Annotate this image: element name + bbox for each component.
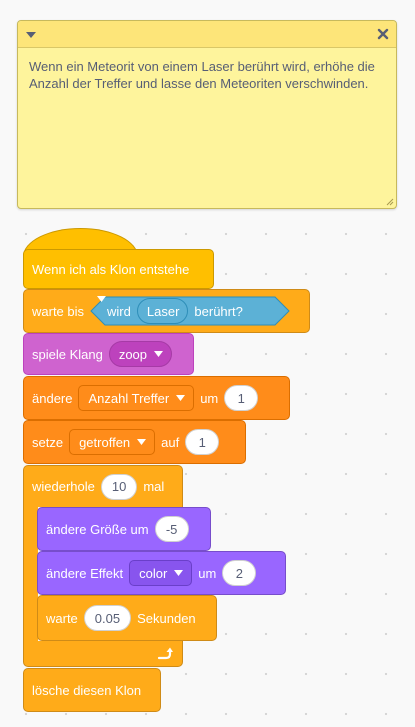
repeat-times-label: mal [143,479,165,494]
effect-dropdown[interactable]: color [129,560,193,586]
repeat-block-arm [23,506,38,642]
close-icon[interactable] [376,27,390,41]
touching-target-dropdown[interactable]: Laser [97,296,189,324]
change-effect-label: ändere Effekt [46,565,124,581]
comment-note[interactable]: Wenn ein Meteorit von einem Laser berühr… [17,20,397,209]
resize-handle-icon[interactable] [385,197,394,206]
set-var-value-input[interactable]: 1 [185,429,220,455]
hat-label: Wenn ich als Klon entstehe [32,261,190,277]
set-var-to-label: auf [161,434,180,450]
change-effect-block[interactable]: ändere Effekt color um 2 [37,551,286,595]
chevron-down-icon [137,439,147,445]
when-i-start-as-clone-block[interactable]: Wenn ich als Klon entstehe [23,249,214,289]
effect-value: color [139,565,168,581]
play-sound-label: spiele Klang [32,346,103,362]
set-variable-dropdown[interactable]: getroffen [69,429,156,455]
wait-seconds-block[interactable]: warte 0.05 Sekunden [37,595,217,641]
change-effect-input[interactable]: 2 [222,560,257,586]
touching-sensing-block[interactable]: wird Laser berührt? [90,296,290,326]
repeat-count-input[interactable]: 10 [100,473,138,500]
change-effect-by-label: um [198,565,217,581]
variable-value: Anzahl Treffer [88,390,170,406]
change-var-label: ändere [32,390,73,406]
wait-seconds-input[interactable]: 0.05 [83,605,132,631]
chevron-down-icon [154,351,164,357]
sound-dropdown[interactable]: zoop [108,341,173,367]
wait-seconds-label: Sekunden [137,610,196,626]
touching-pre-label: wird [107,303,131,319]
set-variable-value: getroffen [79,434,131,450]
collapse-triangle-icon[interactable] [25,30,37,40]
set-var-label: setze [32,434,64,450]
delete-this-clone-block[interactable]: lösche diesen Klon [23,668,161,712]
touching-post-label: berührt? [194,303,243,319]
touching-target-value: Laser [146,303,180,319]
variable-dropdown[interactable]: Anzahl Treffer [78,385,195,411]
wait-until-label: warte bis [32,303,85,319]
change-size-input[interactable]: -5 [154,516,189,542]
chevron-down-icon [174,570,184,576]
sound-value: zoop [118,346,148,362]
repeat-block[interactable]: wiederhole 10 mal [23,465,183,507]
chevron-down-icon [176,395,186,401]
delete-clone-label: lösche diesen Klon [32,682,142,698]
change-var-by-label: um [200,390,219,406]
chevron-down-icon [97,296,107,302]
wait-label: warte [46,610,78,626]
change-size-block[interactable]: ändere Größe um -5 [37,507,211,551]
repeat-label: wiederhole [32,479,95,494]
loop-arrow-icon [157,647,173,660]
set-variable-block[interactable]: setze getroffen auf 1 [23,420,246,464]
comment-text[interactable]: Wenn ein Meteorit von einem Laser berühr… [29,58,386,92]
comment-header[interactable] [18,21,396,48]
change-variable-block[interactable]: ändere Anzahl Treffer um 1 [23,376,290,420]
change-var-amount-input[interactable]: 1 [224,385,259,411]
play-sound-block[interactable]: spiele Klang zoop [23,333,194,375]
wait-until-block[interactable]: warte bis wird Laser berührt? [23,289,310,333]
change-size-label: ändere Größe um [46,521,149,537]
